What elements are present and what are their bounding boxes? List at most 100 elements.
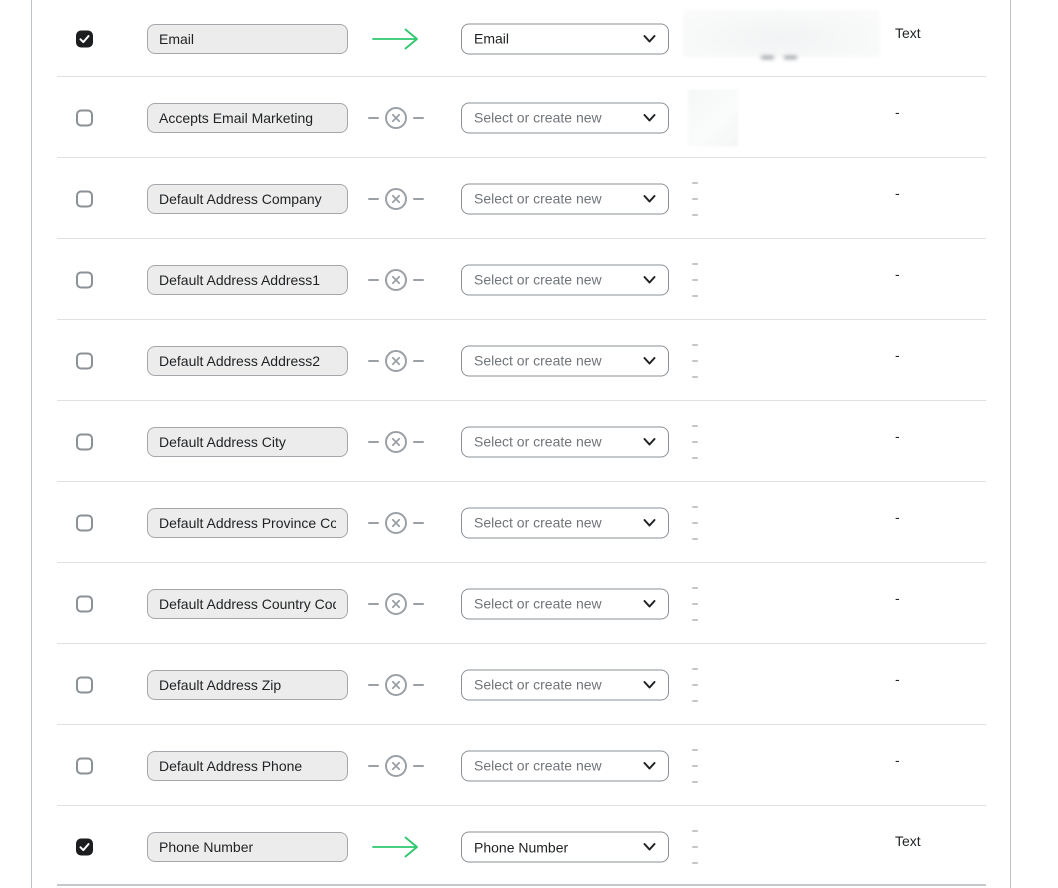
- source-field-input[interactable]: [147, 508, 348, 538]
- chevron-down-icon: [643, 113, 656, 122]
- x-circle-icon: [368, 430, 424, 454]
- destination-select[interactable]: Select or create new: [461, 264, 669, 295]
- x-circle-icon: [368, 673, 424, 697]
- destination-select-value: Select or create new: [474, 596, 635, 612]
- x-circle-icon: [368, 106, 424, 130]
- column-type-value: -: [895, 185, 900, 201]
- preview-empty-dashes: [692, 506, 699, 540]
- column-type-value: Text: [895, 833, 921, 849]
- x-circle-icon: [368, 511, 424, 535]
- column-type-value: -: [895, 347, 900, 363]
- preview-empty-dashes: [692, 344, 699, 378]
- chevron-down-icon: [643, 275, 656, 284]
- field-mapping-panel: Email Text: [31, 0, 1011, 888]
- destination-select-value: Phone Number: [474, 839, 635, 855]
- row-checkbox[interactable]: [76, 839, 93, 856]
- mapping-rows: Email Text: [32, 0, 1010, 888]
- mapping-row: Select or create new -: [32, 725, 1010, 806]
- row-checkbox[interactable]: [76, 30, 93, 47]
- column-type-value: -: [895, 590, 900, 606]
- source-field-input[interactable]: [147, 24, 348, 54]
- source-field-input[interactable]: [147, 103, 348, 133]
- destination-select[interactable]: Select or create new: [461, 183, 669, 214]
- destination-select-value: Select or create new: [474, 677, 635, 693]
- chevron-down-icon: [643, 194, 656, 203]
- source-field-input[interactable]: [147, 427, 348, 457]
- mapping-row: Select or create new -: [32, 320, 1010, 401]
- mapping-row: Select or create new -: [32, 482, 1010, 563]
- destination-select-value: Select or create new: [474, 758, 635, 774]
- destination-select-value: Select or create new: [474, 272, 635, 288]
- column-type-value: -: [895, 752, 900, 768]
- chevron-down-icon: [643, 680, 656, 689]
- preview-empty-dashes: [692, 182, 699, 216]
- chevron-down-icon: [643, 843, 656, 852]
- chevron-down-icon: [643, 761, 656, 770]
- source-field-input[interactable]: [147, 751, 348, 781]
- preview-empty-dashes: [692, 425, 699, 459]
- source-field-input[interactable]: [147, 346, 348, 376]
- x-circle-icon: [368, 268, 424, 292]
- preview-empty-dashes: [692, 263, 699, 297]
- chevron-down-icon: [643, 356, 656, 365]
- preview-empty-dashes: [692, 587, 699, 621]
- column-type-value: -: [895, 428, 900, 444]
- chevron-down-icon: [643, 437, 656, 446]
- row-checkbox[interactable]: [76, 109, 93, 126]
- chevron-down-icon: [643, 34, 656, 43]
- row-checkbox[interactable]: [76, 190, 93, 207]
- chevron-down-icon: [643, 599, 656, 608]
- preview-empty-dashes: [692, 830, 699, 864]
- row-checkbox[interactable]: [76, 352, 93, 369]
- check-icon: [78, 841, 91, 854]
- destination-select[interactable]: Select or create new: [461, 588, 669, 619]
- mapping-row: Email Text: [32, 0, 1010, 77]
- mapping-row: Select or create new -: [32, 563, 1010, 644]
- preview-blurred-text: [683, 10, 880, 57]
- destination-select[interactable]: Email: [461, 23, 669, 54]
- column-type-value: -: [895, 671, 900, 687]
- check-icon: [78, 32, 91, 45]
- row-checkbox[interactable]: [76, 595, 93, 612]
- destination-select-value: Select or create new: [474, 110, 635, 126]
- mapping-row: Select or create new -: [32, 77, 1010, 158]
- source-field-input[interactable]: [147, 589, 348, 619]
- x-circle-icon: [368, 187, 424, 211]
- row-checkbox[interactable]: [76, 271, 93, 288]
- mapping-row: Select or create new -: [32, 239, 1010, 320]
- destination-select-value: Email: [474, 31, 635, 47]
- mapping-row: Phone Number Text: [32, 806, 1010, 888]
- column-type-value: -: [895, 104, 900, 120]
- destination-select[interactable]: Select or create new: [461, 750, 669, 781]
- destination-select-value: Select or create new: [474, 434, 635, 450]
- column-type-value: Text: [895, 25, 921, 41]
- row-checkbox[interactable]: [76, 676, 93, 693]
- mapping-row: Select or create new -: [32, 158, 1010, 239]
- row-checkbox[interactable]: [76, 757, 93, 774]
- source-field-input[interactable]: [147, 184, 348, 214]
- arrow-right-icon: [372, 27, 420, 51]
- preview-empty-dashes: [692, 749, 699, 783]
- destination-select[interactable]: Select or create new: [461, 426, 669, 457]
- source-field-input[interactable]: [147, 670, 348, 700]
- x-circle-icon: [368, 754, 424, 778]
- mapping-row: Select or create new -: [32, 644, 1010, 725]
- x-circle-icon: [368, 349, 424, 373]
- x-circle-icon: [368, 592, 424, 616]
- mapping-row: Select or create new -: [32, 401, 1010, 482]
- destination-select-value: Select or create new: [474, 353, 635, 369]
- row-checkbox[interactable]: [76, 433, 93, 450]
- column-type-value: -: [895, 509, 900, 525]
- destination-select[interactable]: Select or create new: [461, 507, 669, 538]
- destination-select[interactable]: Phone Number: [461, 832, 669, 863]
- row-checkbox[interactable]: [76, 514, 93, 531]
- destination-select[interactable]: Select or create new: [461, 345, 669, 376]
- destination-select-value: Select or create new: [474, 515, 635, 531]
- chevron-down-icon: [643, 518, 656, 527]
- destination-select[interactable]: Select or create new: [461, 102, 669, 133]
- destination-select[interactable]: Select or create new: [461, 669, 669, 700]
- preview-empty-dashes: [692, 668, 699, 702]
- arrow-right-icon: [372, 835, 420, 859]
- source-field-input[interactable]: [147, 265, 348, 295]
- source-field-input[interactable]: [147, 832, 348, 862]
